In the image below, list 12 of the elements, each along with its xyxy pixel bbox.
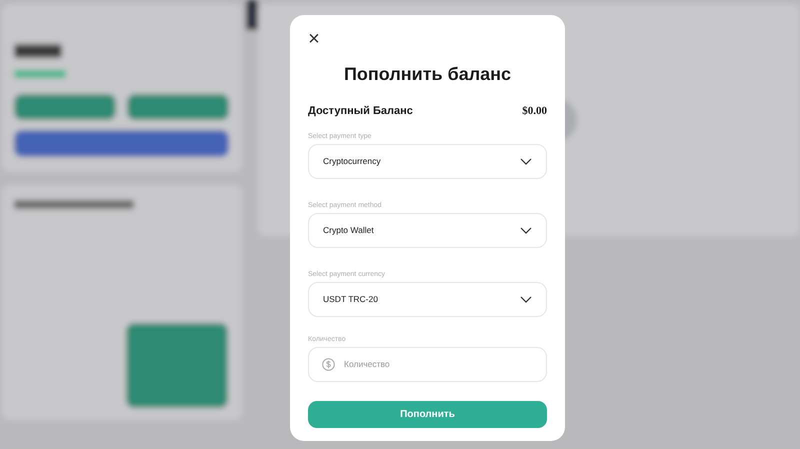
- dollar-icon: [322, 358, 335, 370]
- chevron-down-icon: [520, 296, 532, 302]
- balance-value: $0.00: [522, 104, 547, 119]
- select-field[interactable]: USDT TRC-20: [308, 282, 547, 316]
- close-button[interactable]: ×: [306, 31, 322, 47]
- chevron-down-icon: [520, 158, 532, 164]
- chevron-down-icon: [520, 226, 532, 234]
- dialog-title: Пополнить баланс: [342, 63, 512, 85]
- balance-label: Доступный Баланс: [308, 104, 413, 119]
- select-field[interactable]: Crypto Wallet: [308, 212, 547, 248]
- select-field[interactable]: Cryptocurrency: [308, 144, 547, 178]
- amount-field[interactable]: Количество: [308, 346, 547, 382]
